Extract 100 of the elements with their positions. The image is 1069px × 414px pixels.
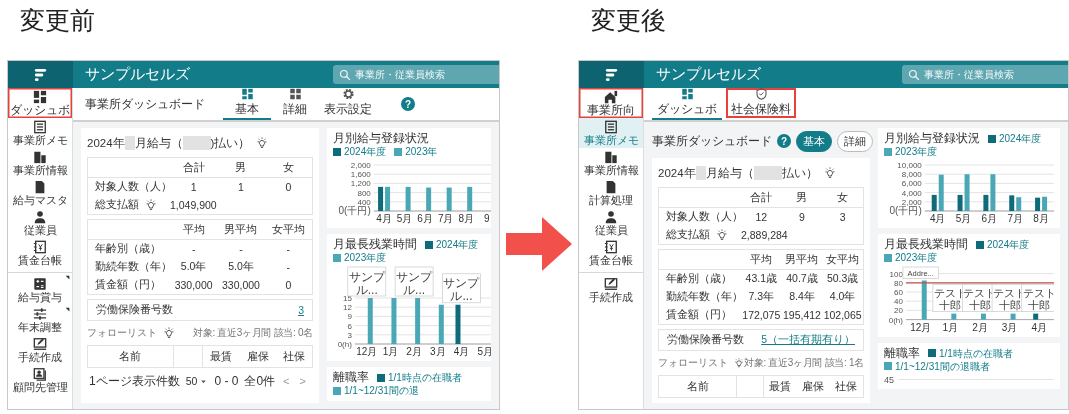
person-icon	[604, 210, 618, 224]
title-text: )払い）	[210, 135, 251, 151]
table-cell-text: 9	[798, 211, 806, 223]
sidebar-item[interactable]: 年末調整	[8, 305, 72, 335]
table-cell-text: -	[190, 243, 197, 255]
axis-label: 6月	[417, 213, 433, 224]
tab[interactable]: ダッシュボ	[652, 88, 722, 120]
section-title: フォローリスト	[87, 326, 157, 340]
legend-label: 2023年度	[344, 251, 387, 264]
column-header: 男	[795, 190, 809, 205]
column-header: 名前	[118, 349, 143, 364]
view-toggle-button[interactable]: 詳細	[837, 130, 873, 152]
axis-tick-label: 8,000	[901, 170, 922, 180]
row-label: 勤続年数（年）	[666, 290, 743, 304]
tab[interactable]: 表示設定	[319, 88, 377, 120]
count-link[interactable]: 3	[298, 304, 304, 316]
bar-label: サンプル...	[347, 266, 387, 297]
axis-tick-label: 0(千円)	[889, 205, 922, 216]
bar	[467, 186, 473, 211]
column-header: 女平均	[825, 252, 861, 267]
axis-label: 5月	[396, 213, 413, 224]
logo-icon	[604, 67, 619, 82]
sidebar-item[interactable]: 従業員	[8, 208, 72, 238]
redacted-block	[753, 166, 782, 180]
caption: 変更後	[591, 5, 666, 36]
axis-tick-label: 0(h)	[337, 340, 352, 349]
sidebar-item[interactable]: 顧問先管理	[8, 365, 72, 395]
redacted-block	[182, 136, 211, 150]
column-header: 合計	[181, 160, 206, 175]
axis-label: 3月	[430, 346, 446, 357]
lightbulb-icon	[823, 167, 836, 179]
title-text: 月給与（	[134, 135, 183, 151]
title-text: 2024年	[87, 135, 125, 151]
bar	[391, 298, 397, 344]
sidebar-item[interactable]: 手続作成	[8, 335, 72, 365]
tab[interactable]: 社会保険料	[726, 88, 796, 120]
sidebar-item[interactable]: 事業所メモ	[579, 118, 643, 148]
section-title: フォローリスト	[658, 356, 728, 370]
sidebar-item[interactable]: 給与マスタ	[8, 178, 72, 208]
chart-title: 月別給与登録状況	[333, 132, 429, 145]
sidebar-item[interactable]: 手続作成	[579, 272, 643, 305]
sidebar-item[interactable]: 計算処理	[579, 178, 643, 208]
page-size-select[interactable]: 50	[185, 375, 209, 387]
column-header: 最賃	[209, 349, 234, 364]
column-header: 社保	[281, 349, 306, 364]
table-cell-text: -	[285, 261, 292, 273]
edit-icon	[33, 337, 47, 351]
bar	[455, 304, 461, 344]
table-cell-text: 50.3歳	[825, 272, 860, 286]
axis-tick-label: 2,000	[901, 197, 922, 207]
table-cell-text: 0	[284, 279, 293, 291]
axis-label: 8月	[1033, 213, 1049, 224]
help-button[interactable]: ?	[777, 134, 791, 148]
sidebar-item[interactable]: 事業所メモ	[8, 118, 72, 148]
tab[interactable]: 基本	[223, 88, 271, 120]
axis-label: 5月	[955, 213, 972, 224]
table-cell-text: 4.0年	[828, 290, 857, 304]
column-header: 平均	[181, 222, 206, 237]
sidebar-item[interactable]: 賃金台帳	[8, 238, 72, 268]
column-header: 女	[836, 190, 850, 205]
sidebar-item[interactable]: ダッシュボ	[8, 88, 72, 118]
legend-label: 2024年度	[436, 238, 479, 251]
table-cell-text: -	[238, 243, 244, 255]
bar	[367, 298, 373, 344]
page-title: 事業所ダッシュボード	[85, 95, 205, 113]
row-label: 勤続年数（年）	[95, 260, 172, 274]
tab[interactable]: 詳細	[271, 88, 319, 120]
lightbulb-icon	[256, 137, 269, 149]
table-cell-text: 8.4年	[788, 290, 816, 304]
table-cell-text: 5.0年	[227, 260, 255, 274]
legend-label: 2023年度	[895, 251, 938, 264]
gear-icon	[341, 88, 355, 100]
axis-tick-label: 20	[894, 306, 903, 316]
sidebar-item[interactable]: 従業員	[579, 208, 643, 238]
app-title: サンプルセルズ	[656, 65, 762, 84]
axis-tick-label: 6	[347, 321, 352, 331]
sidebar-item[interactable]: 事業所情報	[579, 148, 643, 178]
table-cell-text: -	[285, 243, 292, 255]
person-icon	[33, 210, 47, 224]
axis-tick-label: 400	[357, 197, 371, 207]
logo-tile[interactable]	[579, 61, 644, 88]
sidebar-item[interactable]: 給与賞与	[8, 272, 72, 305]
view-toggle-button[interactable]: 基本	[796, 130, 832, 152]
logo-tile[interactable]	[8, 61, 73, 88]
page-range: 0 - 0	[214, 374, 239, 388]
axis-tick-label: 60	[894, 288, 903, 297]
sidebar-item[interactable]: 賃金台帳	[579, 238, 643, 268]
ledger-icon	[33, 240, 47, 254]
column-header: 男平均	[784, 252, 820, 267]
axis-tick-label: 1,600	[350, 170, 371, 180]
count-link[interactable]: 5（一括有期有り）	[761, 333, 855, 347]
help-button[interactable]: ?	[401, 97, 415, 111]
sidebar-item[interactable]: 事業所情報	[8, 148, 72, 178]
legend-label: 2024年度	[344, 145, 387, 158]
sidebar-item[interactable]: 事業所向	[579, 88, 643, 118]
legend-label: 2024年度	[999, 132, 1042, 145]
column-header: 男平均	[223, 222, 259, 237]
edit-icon	[604, 277, 618, 291]
document-icon	[604, 180, 618, 194]
document-icon	[33, 180, 47, 194]
